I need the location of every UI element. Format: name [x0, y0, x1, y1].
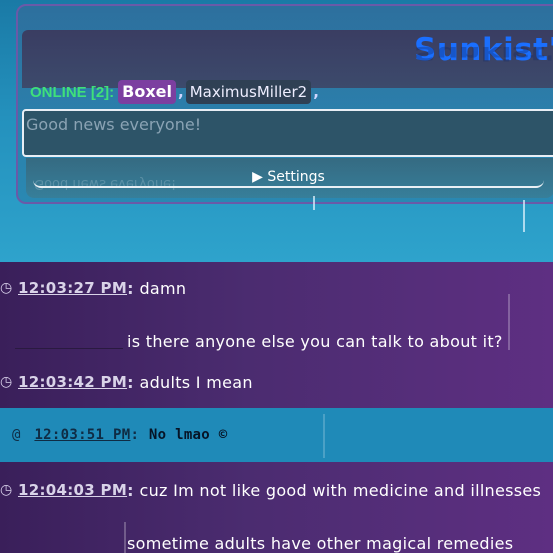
message-line: is there anyone else you can talk to abo…	[0, 329, 503, 353]
site-title-reflection: Sunkist's	[414, 42, 553, 64]
message-line: ◷ 12:03:42 PM: adults I mean	[0, 372, 253, 392]
decorative-line	[508, 294, 510, 350]
chat-message: @ 12:03:51 PM: No lmao ©	[0, 408, 553, 462]
decorative-line	[323, 414, 325, 458]
online-users-row: ONLINE [2]: Boxel , MaximusMiller2 ,	[30, 80, 321, 104]
decorative-line	[313, 196, 315, 210]
message-input-wrapper	[22, 109, 553, 157]
message-line: sometime adults have other magical remed…	[0, 531, 513, 553]
message-text: cuz Im not like good with medicine and i…	[139, 480, 542, 500]
chat-message: ◷ 12:03:42 PM: adults I mean	[0, 368, 553, 408]
message-line: ◷ 12:04:03 PM: cuz Im not like good with…	[0, 480, 542, 500]
timestamp-placeholder	[15, 550, 125, 551]
message-text: is there anyone else you can talk to abo…	[127, 331, 503, 351]
message-timestamp[interactable]: 12:03:42 PM	[18, 373, 127, 391]
chat-message: ◷ 12:04:03 PM: cuz Im not like good with…	[0, 462, 553, 553]
decorative-line	[523, 200, 525, 232]
chat-message: ◷ 12:03:27 PM: damn is there anyone else…	[0, 262, 553, 368]
online-user-maximusmiller2[interactable]: MaximusMiller2	[185, 80, 312, 104]
message-text: sometime adults have other magical remed…	[127, 533, 514, 553]
timestamp-placeholder	[15, 347, 123, 349]
message-timestamp[interactable]: 12:03:27 PM	[18, 279, 127, 297]
message-timestamp[interactable]: 12:03:51 PM	[34, 427, 130, 443]
clock-icon: ◷	[0, 374, 13, 390]
user-separator: ,	[313, 83, 319, 101]
online-count-label: ONLINE [2]:	[30, 83, 115, 101]
message-text: No lmao ©	[148, 427, 228, 443]
decorative-line	[124, 522, 126, 553]
message-text: adults I mean	[139, 372, 253, 392]
user-separator: ,	[178, 83, 184, 101]
message-timestamp[interactable]: 12:04:03 PM	[18, 481, 127, 499]
at-icon: @	[12, 427, 21, 443]
online-user-boxel[interactable]: Boxel	[118, 80, 177, 104]
clock-icon: ◷	[0, 280, 13, 296]
message-input[interactable]	[24, 111, 553, 155]
clock-icon: ◷	[0, 482, 13, 498]
settings-toggle-button[interactable]: ▶ Settings	[33, 167, 544, 188]
message-line: @ 12:03:51 PM: No lmao ©	[12, 427, 228, 443]
message-text: damn	[139, 278, 187, 298]
message-line: ◷ 12:03:27 PM: damn	[0, 278, 187, 298]
